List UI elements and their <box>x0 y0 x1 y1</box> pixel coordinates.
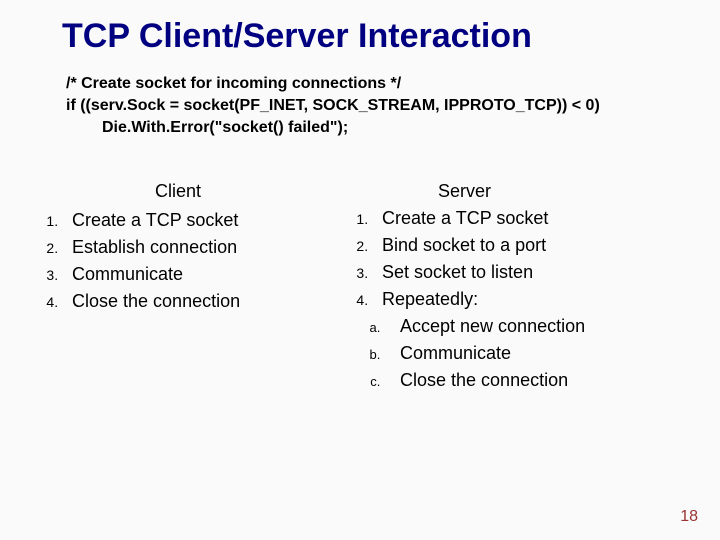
columns: Client Create a TCP socket Establish con… <box>28 178 692 394</box>
list-item-label: Repeatedly: <box>382 289 478 309</box>
list-item: Bind socket to a port <box>372 232 692 259</box>
list-item: Create a TCP socket <box>372 205 692 232</box>
server-heading: Server <box>338 178 692 205</box>
slide-title: TCP Client/Server Interaction <box>62 18 692 55</box>
code-line: if ((serv.Sock = socket(PF_INET, SOCK_ST… <box>66 95 692 117</box>
code-snippet: /* Create socket for incoming connection… <box>66 73 692 138</box>
list-item: Close the connection <box>384 367 692 394</box>
client-column: Client Create a TCP socket Establish con… <box>28 178 328 394</box>
list-item: Repeatedly: Accept new connection Commun… <box>372 286 692 394</box>
list-item: Communicate <box>384 340 692 367</box>
slide: TCP Client/Server Interaction /* Create … <box>0 0 720 540</box>
code-line: /* Create socket for incoming connection… <box>66 73 692 95</box>
server-steps: Create a TCP socket Bind socket to a por… <box>338 205 692 394</box>
list-item: Close the connection <box>62 288 328 315</box>
list-item: Set socket to listen <box>372 259 692 286</box>
client-heading: Client <box>28 178 328 205</box>
page-number: 18 <box>680 508 698 526</box>
client-steps: Create a TCP socket Establish connection… <box>28 207 328 315</box>
server-substeps: Accept new connection Communicate Close … <box>382 313 692 394</box>
server-column: Server Create a TCP socket Bind socket t… <box>338 178 692 394</box>
list-item: Communicate <box>62 261 328 288</box>
list-item: Create a TCP socket <box>62 207 328 234</box>
list-item: Establish connection <box>62 234 328 261</box>
list-item: Accept new connection <box>384 313 692 340</box>
code-line: Die.With.Error("socket() failed"); <box>102 117 692 139</box>
